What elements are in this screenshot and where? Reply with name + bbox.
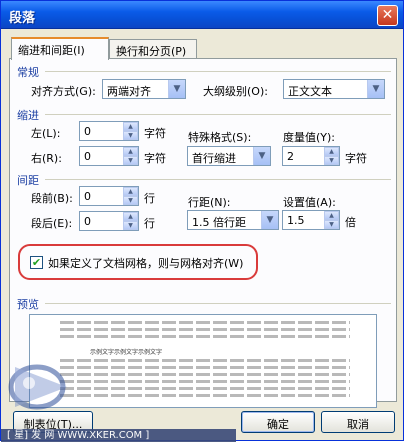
by-spinner[interactable]: 2 ▲ ▼ (282, 146, 340, 166)
outline-level-label: 大纲级别(O): (203, 85, 268, 98)
indent-right-label: 右(R): (31, 152, 62, 165)
tab-label: 缩进和间距(I) (18, 44, 85, 57)
spinner-buttons: ▲ ▼ (123, 122, 138, 140)
spin-up-icon[interactable]: ▲ (324, 211, 339, 220)
tab-label: 换行和分页(P) (116, 45, 187, 58)
line-spacing-select[interactable]: 1.5 倍行距 ▼ (187, 210, 279, 230)
by-label: 度量值(Y): (283, 131, 336, 144)
dialog-title: 段落 (9, 11, 36, 26)
special-value: 首行缩进 (192, 152, 236, 165)
spacing-after-spinner[interactable]: 0 ▲ ▼ (79, 211, 139, 231)
spinner-buttons: ▲ ▼ (324, 147, 339, 165)
preview-line (60, 366, 350, 369)
watermark-banner: [ 星] 发 网 WWW.XKER.COM ] (1, 429, 236, 442)
preview-box: 示例文字示例文字示例文字 (29, 314, 377, 408)
at-spinner[interactable]: 1.5 ▲ ▼ (282, 210, 340, 230)
preview-line (60, 394, 350, 397)
chevron-down-icon[interactable]: ▼ (261, 211, 278, 229)
tab-indents-spacing[interactable]: 缩进和间距(I) (11, 37, 109, 60)
special-select[interactable]: 首行缩进 ▼ (187, 146, 271, 166)
divider (45, 303, 391, 304)
spin-down-icon[interactable]: ▼ (324, 220, 339, 229)
spacing-before-value: 0 (84, 190, 91, 203)
by-value: 2 (287, 150, 294, 163)
spinner-buttons: ▲ ▼ (324, 211, 339, 229)
chevron-down-icon[interactable]: ▼ (253, 147, 270, 165)
chevron-down-icon[interactable]: ▼ (168, 80, 185, 98)
indent-right-unit: 字符 (144, 152, 166, 165)
alignment-select[interactable]: 两端对齐 ▼ (102, 79, 186, 99)
spin-up-icon[interactable]: ▲ (123, 212, 138, 221)
spacing-before-label: 段前(B): (31, 192, 73, 205)
section-spacing-title: 间距 (17, 174, 39, 187)
line-spacing-value: 1.5 倍行距 (192, 216, 246, 229)
preview-line (60, 328, 350, 331)
at-value: 1.5 (287, 214, 305, 227)
divider (45, 179, 391, 180)
spin-down-icon[interactable]: ▼ (324, 156, 339, 165)
outline-level-value: 正文文本 (288, 85, 332, 98)
indent-left-spinner[interactable]: 0 ▲ ▼ (79, 121, 139, 141)
spin-down-icon[interactable]: ▼ (123, 196, 138, 205)
snap-to-grid-label[interactable]: 如果定义了文档网格，则与网格对齐(W) (48, 255, 243, 271)
at-label: 设置值(A): (283, 196, 336, 209)
spin-up-icon[interactable]: ▲ (123, 147, 138, 156)
tab-strip: 缩进和间距(I) 换行和分页(P) (9, 37, 399, 60)
watermark-logo (8, 364, 67, 410)
spacing-before-spinner[interactable]: 0 ▲ ▼ (79, 186, 139, 206)
spacing-after-label: 段后(E): (31, 217, 73, 230)
spacing-after-value: 0 (84, 215, 91, 228)
preview-line (60, 359, 350, 362)
section-general-title: 常规 (17, 66, 39, 79)
spin-up-icon[interactable]: ▲ (123, 122, 138, 131)
alignment-label: 对齐方式(G): (31, 85, 96, 98)
outline-level-select[interactable]: 正文文本 ▼ (283, 79, 385, 99)
cancel-button[interactable]: 取消 (321, 411, 395, 433)
spin-up-icon[interactable]: ▲ (324, 147, 339, 156)
section-indent-title: 缩进 (17, 109, 39, 122)
spin-down-icon[interactable]: ▼ (123, 131, 138, 140)
ok-button-label: 确定 (267, 418, 289, 431)
paragraph-dialog: 段落 ✕ 缩进和间距(I) 换行和分页(P) 常规 对齐方式(G): 两端对齐 … (0, 0, 404, 442)
preview-line (60, 373, 350, 376)
preview-line (60, 321, 350, 324)
ok-button[interactable]: 确定 (241, 411, 315, 433)
by-unit: 字符 (345, 152, 367, 165)
spin-down-icon[interactable]: ▼ (123, 221, 138, 230)
tab-line-page-breaks[interactable]: 换行和分页(P) (109, 39, 197, 59)
section-preview-title: 预览 (17, 298, 39, 311)
chevron-down-icon[interactable]: ▼ (367, 80, 384, 98)
close-button[interactable]: ✕ (377, 5, 398, 26)
special-label: 特殊格式(S): (188, 131, 252, 144)
spinner-buttons: ▲ ▼ (123, 147, 138, 165)
indent-left-label: 左(L): (31, 127, 61, 140)
watermark-text: [ 星] 发 网 WWW.XKER.COM ] (7, 430, 150, 441)
indent-right-value: 0 (84, 150, 91, 163)
alignment-value: 两端对齐 (107, 85, 151, 98)
snap-to-grid-checkbox[interactable]: ✔ (30, 256, 43, 269)
cancel-button-label: 取消 (347, 418, 369, 431)
spin-down-icon[interactable]: ▼ (123, 156, 138, 165)
preview-line (60, 387, 350, 390)
preview-line (60, 380, 350, 383)
spinner-buttons: ▲ ▼ (123, 212, 138, 230)
divider (45, 71, 391, 72)
preview-line (60, 335, 350, 338)
close-icon: ✕ (381, 7, 394, 23)
spacing-before-unit: 行 (144, 192, 155, 205)
check-icon: ✔ (31, 256, 42, 269)
spacing-after-unit: 行 (144, 217, 155, 230)
spinner-buttons: ▲ ▼ (123, 187, 138, 205)
divider (45, 114, 391, 115)
indent-left-value: 0 (84, 125, 91, 138)
indent-right-spinner[interactable]: 0 ▲ ▼ (79, 146, 139, 166)
indent-left-unit: 字符 (144, 127, 166, 140)
title-bar[interactable]: 段落 ✕ (1, 1, 403, 29)
spin-up-icon[interactable]: ▲ (123, 187, 138, 196)
preview-sample-text: 示例文字示例文字示例文字 (90, 349, 163, 356)
at-unit: 倍 (345, 216, 356, 229)
highlight-ring: ✔ 如果定义了文档网格，则与网格对齐(W) (18, 244, 258, 280)
line-spacing-label: 行距(N): (188, 196, 231, 209)
